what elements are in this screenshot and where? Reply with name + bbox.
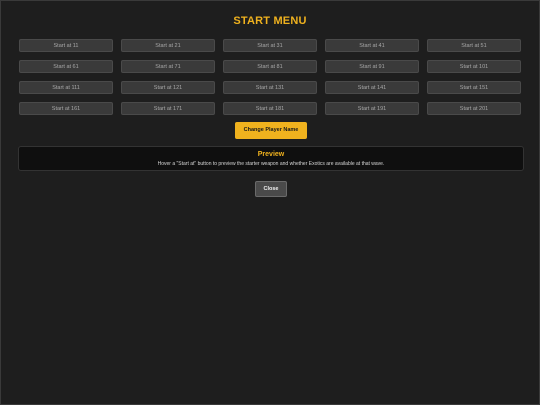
menu-title: START MENU (233, 15, 307, 27)
preview-title: Preview (257, 151, 285, 158)
close-button[interactable]: Close (255, 181, 287, 197)
start-wave-grid: Start at 11 Start at 21 Start at 31 Star… (19, 39, 523, 115)
start-at-button[interactable]: Start at 161 (19, 102, 113, 115)
start-at-button[interactable]: Start at 201 (427, 102, 521, 115)
start-at-button[interactable]: Start at 41 (325, 39, 419, 52)
start-at-button[interactable]: Start at 81 (223, 60, 317, 73)
start-at-button[interactable]: Start at 141 (325, 81, 419, 94)
preview-panel: Preview Hover a "Start at" button to pre… (18, 146, 524, 171)
start-at-button[interactable]: Start at 131 (223, 81, 317, 94)
start-at-button[interactable]: Start at 191 (325, 102, 419, 115)
start-at-button[interactable]: Start at 121 (121, 81, 215, 94)
start-at-button[interactable]: Start at 151 (427, 81, 521, 94)
start-at-button[interactable]: Start at 181 (223, 102, 317, 115)
start-at-button[interactable]: Start at 51 (427, 39, 521, 52)
start-menu-panel: START MENU Start at 11 Start at 21 Start… (0, 0, 540, 405)
start-at-button[interactable]: Start at 11 (19, 39, 113, 52)
start-at-button[interactable]: Start at 91 (325, 60, 419, 73)
start-at-button[interactable]: Start at 71 (121, 60, 215, 73)
start-at-button[interactable]: Start at 61 (19, 60, 113, 73)
preview-text: Hover a "Start at" button to preview the… (157, 161, 385, 167)
start-at-button[interactable]: Start at 111 (19, 81, 113, 94)
start-at-button[interactable]: Start at 171 (121, 102, 215, 115)
change-player-name-button[interactable]: Change Player Name (235, 122, 307, 139)
start-at-button[interactable]: Start at 31 (223, 39, 317, 52)
start-at-button[interactable]: Start at 21 (121, 39, 215, 52)
start-at-button[interactable]: Start at 101 (427, 60, 521, 73)
